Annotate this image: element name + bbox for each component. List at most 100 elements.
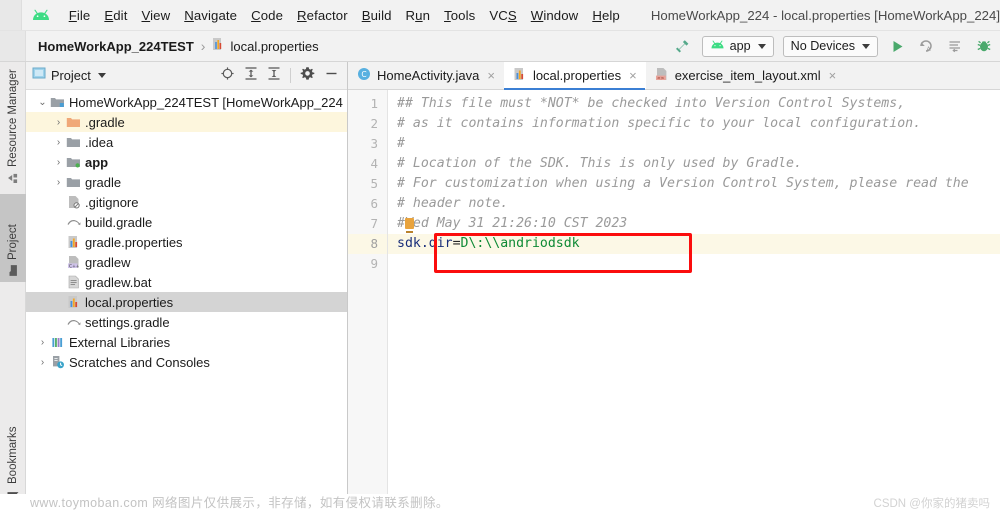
chevron-right-icon[interactable]: ›: [52, 157, 65, 168]
tree-node-label: app: [85, 154, 109, 170]
tree-node-label: Scratches and Consoles: [69, 354, 210, 370]
breadcrumb-separator: ›: [200, 38, 206, 54]
menu-window[interactable]: Window: [524, 6, 586, 25]
toolbar-left-pad: [0, 31, 26, 61]
tree-node-label: .idea: [85, 134, 114, 150]
sidebar-item-label: Resource Manager: [7, 69, 19, 167]
left-tool-strip: Resource Manager Project Bookmarks: [0, 62, 26, 516]
gear-icon[interactable]: [300, 66, 315, 86]
module-folder-icon: [65, 156, 82, 169]
chevron-right-icon[interactable]: ›: [36, 357, 49, 368]
run-play-icon[interactable]: [887, 36, 907, 56]
ide-window: File Edit View Navigate Code Refactor Bu…: [0, 0, 1000, 516]
collapse-all-icon[interactable]: [267, 66, 281, 86]
menu-file[interactable]: File: [62, 6, 98, 25]
tree-node-build-gradle[interactable]: build.gradle: [26, 212, 347, 232]
code-lines[interactable]: ## This file must *NOT* be checked into …: [388, 90, 1000, 516]
watermark-right: CSDN @你家的猪卖吗: [873, 498, 990, 510]
device-selector[interactable]: No Devices: [782, 35, 878, 57]
menu-bar: File Edit View Navigate Code Refactor Bu…: [0, 0, 1000, 31]
menu-tools[interactable]: Tools: [437, 6, 482, 25]
tab-local-properties[interactable]: local.properties ×: [503, 62, 646, 90]
sidebar-item-project[interactable]: Project: [0, 194, 26, 282]
close-icon[interactable]: ×: [487, 68, 495, 83]
tree-node-gradle-dir[interactable]: › .gradle: [26, 112, 347, 132]
close-icon[interactable]: ×: [629, 68, 637, 83]
chevron-down-icon[interactable]: [97, 73, 106, 78]
sidebar-item-label: Bookmarks: [7, 426, 19, 484]
tree-node-label: local.properties: [85, 294, 174, 310]
gradle-file-icon: [65, 316, 82, 328]
property-key: sdk.dir: [397, 236, 453, 251]
tree-node-local-properties[interactable]: local.properties: [26, 292, 347, 312]
breadcrumb-project[interactable]: HomeWorkApp_224TEST: [38, 39, 194, 54]
code-line-3: #: [397, 136, 405, 151]
run-configuration-selector[interactable]: app: [701, 35, 774, 57]
tree-node-app[interactable]: › app: [26, 152, 347, 172]
menu-help[interactable]: Help: [585, 6, 627, 25]
project-view-icon: [32, 66, 46, 85]
tree-node-gradle-properties[interactable]: gradle.properties: [26, 232, 347, 252]
hammer-icon[interactable]: [673, 36, 693, 56]
tree-node-label: gradlew: [85, 254, 131, 270]
tree-node-gradle-wrapper[interactable]: › gradle: [26, 172, 347, 192]
tab-exercise-item-layout-xml[interactable]: <> exercise_item_layout.xml ×: [646, 62, 846, 89]
window-title: HomeWorkApp_224 - local.properties [Home…: [650, 7, 1000, 23]
xml-layout-icon: <>: [655, 67, 669, 84]
menu-vcs[interactable]: VCS: [482, 6, 523, 25]
menu-edit[interactable]: Edit: [97, 6, 134, 25]
module-folder-icon: [49, 96, 66, 109]
debug-bug-icon[interactable]: [974, 36, 994, 56]
close-icon[interactable]: ×: [829, 68, 837, 83]
project-folder-icon: [8, 265, 19, 277]
chevron-right-icon[interactable]: ›: [52, 117, 65, 128]
minimize-icon[interactable]: [324, 66, 339, 86]
logcat-icon[interactable]: [945, 36, 965, 56]
folder-icon: [65, 176, 82, 189]
project-tree[interactable]: ⌄ HomeWorkApp_224TEST [HomeWorkApp_224 ›…: [26, 90, 347, 516]
tree-node-label: gradle: [85, 174, 122, 190]
tree-node-root[interactable]: ⌄ HomeWorkApp_224TEST [HomeWorkApp_224: [26, 92, 347, 112]
breadcrumb-file[interactable]: local.properties: [230, 39, 318, 54]
tree-node-scratches[interactable]: › Scratches and Consoles: [26, 352, 347, 372]
tree-node-gradlew[interactable]: C++ gradlew: [26, 252, 347, 272]
project-panel-actions: [220, 66, 341, 86]
menu-build[interactable]: Build: [355, 6, 399, 25]
tree-node-gitignore[interactable]: .gitignore: [26, 192, 347, 212]
tree-node-gradlew-bat[interactable]: gradlew.bat: [26, 272, 347, 292]
locate-target-icon[interactable]: [220, 66, 235, 86]
tree-node-settings-gradle[interactable]: settings.gradle: [26, 312, 347, 332]
svg-text:<>: <>: [657, 75, 665, 81]
code-editor[interactable]: 1 2 3 4 5 6 7 8 9 ## This file must *NOT…: [348, 90, 1000, 516]
code-line-5: # For customization when using a Version…: [397, 176, 969, 191]
menu-code[interactable]: Code: [244, 6, 290, 25]
toolbar-divider: [290, 68, 291, 83]
chevron-down-icon: [862, 43, 870, 49]
gradle-file-icon: [65, 216, 82, 228]
line-number: 3: [370, 136, 378, 151]
code-line-6: # header note.: [397, 196, 509, 211]
sidebar-item-resource-manager[interactable]: Resource Manager: [0, 62, 26, 190]
menu-run[interactable]: Run: [399, 6, 438, 25]
code-line-4: # Location of the SDK. This is only used…: [397, 156, 802, 171]
menu-navigate[interactable]: Navigate: [177, 6, 244, 25]
tree-node-idea[interactable]: › .idea: [26, 132, 347, 152]
code-line-8[interactable]: sdk.dir=D\:\\andriodsdk: [388, 234, 1000, 254]
tree-node-label: gradlew.bat: [85, 274, 152, 290]
expand-all-icon[interactable]: [244, 66, 258, 86]
tree-node-external-libraries[interactable]: › External Libraries: [26, 332, 347, 352]
chevron-right-icon[interactable]: ›: [36, 337, 49, 348]
apply-changes-icon[interactable]: A: [916, 36, 936, 56]
line-number: 7: [370, 216, 378, 231]
watermark-left: www.toymoban.com 网络图片仅供展示，非存储，如有侵权请联系删除。: [30, 496, 449, 510]
code-line-2: # as it contains information specific to…: [397, 116, 922, 131]
property-value: D\:\\andriodsdk: [460, 236, 580, 251]
menu-view[interactable]: View: [134, 6, 177, 25]
chevron-down-icon[interactable]: ⌄: [36, 97, 49, 108]
chevron-right-icon[interactable]: ›: [52, 177, 65, 188]
menu-refactor[interactable]: Refactor: [290, 6, 355, 25]
toolbar-right-group: app No Devices A: [673, 35, 1000, 57]
chevron-right-icon[interactable]: ›: [52, 137, 65, 148]
project-panel-header: Project: [26, 62, 347, 90]
tab-homeactivity-java[interactable]: C HomeActivity.java ×: [348, 62, 504, 89]
